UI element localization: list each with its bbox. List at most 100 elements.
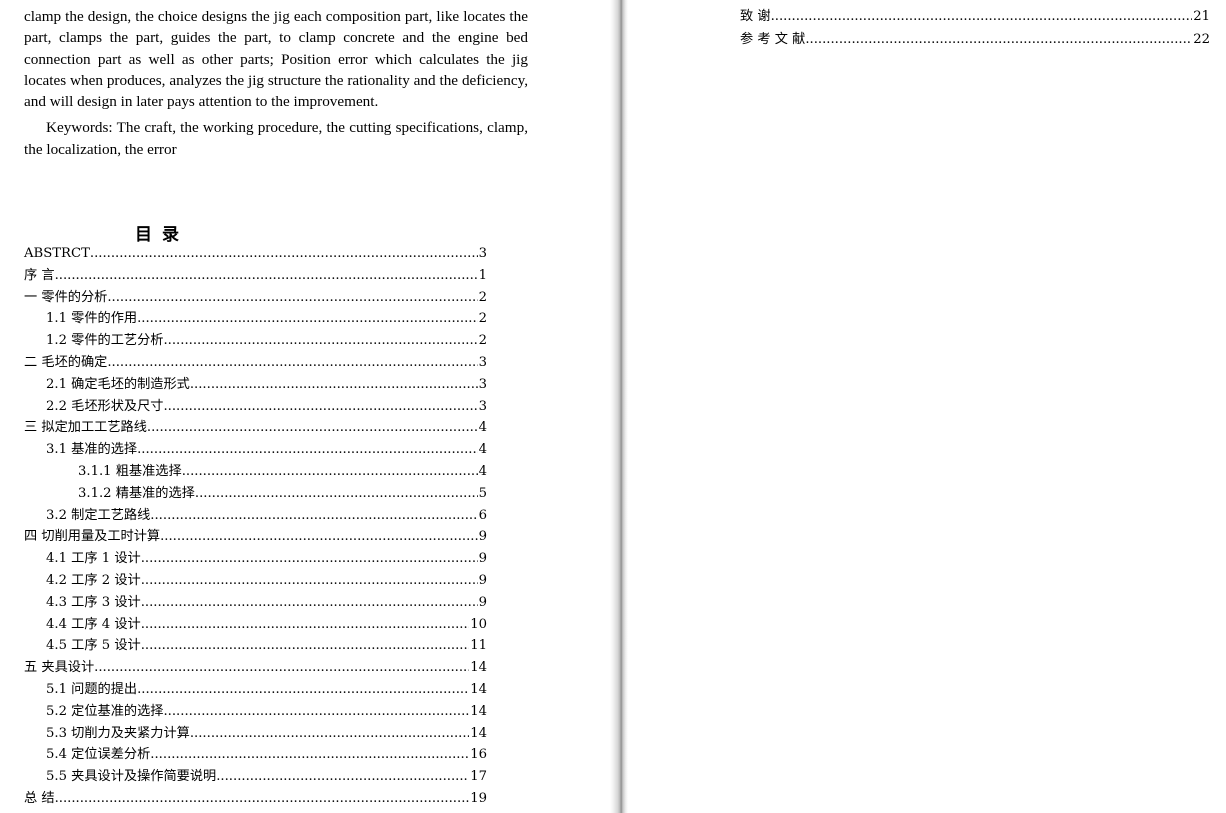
toc-entry-label: 1.2 零件的工艺分析 [46,333,164,349]
document-spread: clamp the design, the choice designs the… [0,0,1226,813]
toc-entry-label: 四 切削用量及工时计算 [24,529,161,545]
toc-entry-page: 11 [470,638,487,654]
toc-entry-label: 总 结 [24,790,55,806]
toc-entry-label: 5.5 夹具设计及操作简要说明 [46,769,217,785]
toc-entry-label: 序 言 [24,267,55,283]
toc-leader-dots: ........................................… [137,311,478,327]
toc-entry[interactable]: 2.1 确定毛坯的制造形式...........................… [24,374,487,396]
toc-entry-page: 6 [478,507,487,523]
toc-leader-dots: ........................................… [54,790,470,806]
left-page: clamp the design, the choice designs the… [0,0,610,813]
toc-entry-page: 9 [478,594,487,610]
toc-entry[interactable]: 5.5 夹具设计及操作简要说明.........................… [24,766,487,788]
toc-entry-page: 4 [478,442,487,458]
toc-entry-label: 4.4 工序 4 设计 [46,616,141,632]
toc-entry[interactable]: 5.1 问题的提出...............................… [24,679,487,701]
toc-entry-label: 3.1.2 精基准的选择 [78,485,195,501]
toc-entry[interactable]: 五 夹具设计..................................… [24,657,487,679]
toc-leader-dots: ........................................… [216,769,469,785]
toc-entry[interactable]: 4.2 工序 2 设计.............................… [24,570,487,592]
right-page: 致 谢.....................................… [628,0,1226,813]
toc-entry-label: 4.5 工序 5 设计 [46,638,141,654]
toc-entry-page: 14 [470,725,487,741]
toc-entry-label: 4.1 工序 1 设计 [46,551,141,567]
toc-entry[interactable]: 致 谢.....................................… [740,5,1210,28]
toc-entry-page: 16 [470,747,487,763]
toc-entry[interactable]: 序 言.....................................… [24,265,487,287]
toc-leader-dots: ........................................… [107,289,477,305]
toc-entry-page: 3 [478,246,487,261]
toc-entry-page: 9 [478,572,487,588]
toc-entry-label: 三 拟定加工工艺路线 [24,420,147,436]
toc-leader-dots: ........................................… [770,9,1193,24]
abstract-paragraph: clamp the design, the choice designs the… [24,8,528,111]
toc-leader-dots: ........................................… [146,420,478,436]
toc-leader-dots: ........................................… [189,376,478,392]
toc-leader-dots: ........................................… [189,725,469,741]
toc-entry-page: 2 [478,289,487,305]
toc-entry[interactable]: 四 切削用量及工时计算.............................… [24,526,487,548]
toc-entry-page: 2 [478,333,487,349]
toc-leader-dots: ........................................… [163,398,478,414]
toc-entry[interactable]: 3.1.2 精基准的选择............................… [24,483,487,505]
toc-entry-page: 9 [478,529,487,545]
toc-entry[interactable]: 2.2 毛坯形状及尺寸.............................… [24,396,487,418]
toc-entry[interactable]: 1.1 零件的作用...............................… [24,308,487,330]
toc-entry-label: 3.2 制定工艺路线 [46,507,151,523]
toc-leader-dots: ........................................… [194,485,478,501]
toc-heading: 目 录 [135,225,181,245]
toc-entry-page: 5 [478,485,487,501]
toc-entry[interactable]: 5.3 切削力及夹紧力计算...........................… [24,723,487,745]
toc-entry[interactable]: 二 毛坯的确定.................................… [24,352,487,374]
toc-leader-dots: ........................................… [107,354,477,370]
toc-entry[interactable]: 3.1.1 粗基准选择.............................… [24,461,487,483]
toc-entry[interactable]: 4.3 工序 3 设计.............................… [24,592,487,614]
toc-entry[interactable]: 三 拟定加工工艺路线..............................… [24,417,487,439]
toc-entry[interactable]: 参 考 文 献.................................… [740,28,1210,51]
toc-leader-dots: ........................................… [137,442,478,458]
toc-entry[interactable]: 总 结.....................................… [24,788,487,810]
abstract-text-block: clamp the design, the choice designs the… [24,6,528,160]
toc-entry[interactable]: 3.1 基准的选择...............................… [24,439,487,461]
toc-leader-dots: ........................................… [163,703,470,719]
toc-entry-label: 4.2 工序 2 设计 [46,572,141,588]
toc-entry[interactable]: 5.4 定位误差分析..............................… [24,744,487,766]
toc-entry-page: 10 [470,616,487,632]
toc-entry-page: 14 [470,660,487,676]
keywords-paragraph: Keywords: The craft, the working procedu… [24,119,528,158]
toc-entry[interactable]: 4.4 工序 4 设计.............................… [24,614,487,636]
toc-entry-label: 5.3 切削力及夹紧力计算 [46,725,190,741]
toc-entry[interactable]: 3.2 制定工艺路线..............................… [24,505,487,527]
toc-entry[interactable]: 4.5 工序 5 设计.............................… [24,635,487,657]
toc-entry-page: 14 [470,703,487,719]
toc-entry[interactable]: 4.1 工序 1 设计.............................… [24,548,487,570]
toc-entry-label: 1.1 零件的作用 [46,311,138,327]
toc-entry-page: 2 [478,311,487,327]
toc-entry-label: 3.1 基准的选择 [46,442,138,458]
toc-entry-page: 22 [1193,32,1210,47]
toc-entry[interactable]: 5.2 定位基准的选择.............................… [24,701,487,723]
toc-entry-page: 1 [478,267,487,283]
toc-entry-page: 4 [478,463,487,479]
toc-leader-dots: ........................................… [150,507,478,523]
toc-leader-dots: ........................................… [94,660,469,676]
toc-entry-page: 4 [478,420,487,436]
toc-entry-label: 五 夹具设计 [24,660,95,676]
toc-leader-dots: ........................................… [160,529,478,545]
toc-entry-label: 参 考 文 献 [740,32,806,47]
toc-list-right: 致 谢.....................................… [740,5,1210,51]
toc-leader-dots: ........................................… [140,551,478,567]
toc-entry-label: 5.2 定位基准的选择 [46,703,164,719]
toc-entry[interactable]: ABSTRCT.................................… [24,243,487,265]
toc-entry[interactable]: 1.2 零件的工艺分析.............................… [24,330,487,352]
toc-entry-label: 5.1 问题的提出 [46,681,138,697]
toc-entry-page: 17 [470,769,487,785]
toc-entry-label: 一 零件的分析 [24,289,108,305]
toc-entry-label: 致 谢 [740,9,771,24]
toc-leader-dots: ........................................… [805,32,1193,47]
toc-leader-dots: ........................................… [54,267,478,283]
toc-entry-page: 9 [478,551,487,567]
toc-entry[interactable]: 一 零件的分析.................................… [24,287,487,309]
toc-entry-label: 2.2 毛坯形状及尺寸 [46,398,164,414]
toc-entry-page: 21 [1193,9,1210,24]
